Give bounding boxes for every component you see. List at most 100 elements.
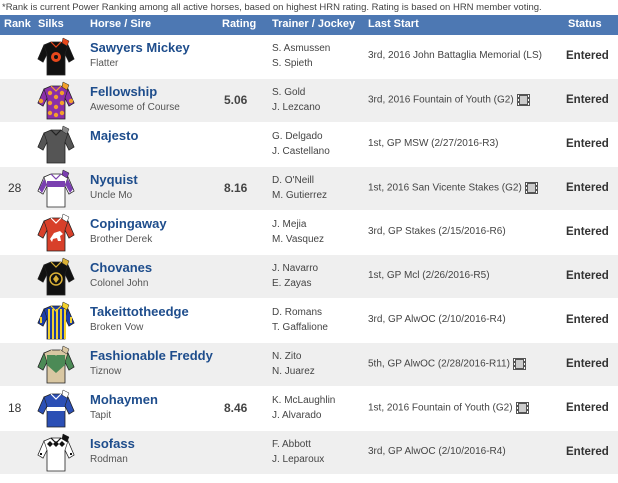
last-start-link[interactable]: 3rd, GP AlwOC (2/10/2016-R4) [368, 314, 506, 325]
horse-name-link[interactable]: Isofass [90, 436, 135, 451]
ranking-footnote: *Rank is current Power Ranking among all… [2, 2, 542, 13]
sire-name: Tapit [90, 410, 112, 421]
header-last-start: Last Start [368, 18, 419, 30]
horse-name-link[interactable]: Chovanes [90, 260, 152, 275]
last-start-cell: 3rd, 2016 Fountain of Youth (G2) [368, 94, 530, 106]
status-value: Entered [566, 50, 609, 62]
horse-name-link[interactable]: Fellowship [90, 84, 157, 99]
last-start-cell: 1st, GP Mcl (2/26/2016-R5) [368, 270, 490, 281]
status-value: Entered [566, 138, 609, 150]
horse-name-link[interactable]: Copingaway [90, 216, 167, 231]
table-row[interactable]: 18 Mohaymen Tapit 8.46 K. McLaughlin J. … [0, 387, 618, 431]
table-row[interactable]: Fashionable Freddy Tiznow N. Zito N. Jua… [0, 343, 618, 387]
jockey-name: J. Leparoux [272, 454, 325, 465]
last-start-link[interactable]: 3rd, GP Stakes (2/15/2016-R6) [368, 226, 506, 237]
trainer-name: J. Mejia [272, 219, 307, 230]
header-rank: Rank [4, 18, 31, 30]
last-start-link[interactable]: 3rd, 2016 John Battaglia Memorial (LS) [368, 50, 542, 61]
table-row[interactable]: Takeittotheedge Broken Vow D. Romans T. … [0, 299, 618, 343]
sire-name: Flatter [90, 58, 119, 69]
sire-name: Tiznow [90, 366, 122, 377]
horse-name-link[interactable]: Mohaymen [90, 392, 158, 407]
table-row[interactable]: Sawyers Mickey Flatter S. Asmussen S. Sp… [0, 35, 618, 79]
trainer-name: N. Zito [272, 351, 302, 362]
last-start-cell: 1st, 2016 Fountain of Youth (G2) [368, 402, 529, 414]
silks-icon [34, 255, 78, 299]
trainer-name: J. Navarro [272, 263, 319, 274]
silks-icon [34, 387, 78, 431]
jockey-name: M. Vasquez [272, 234, 325, 245]
trainer-name: D. Romans [272, 307, 323, 318]
last-start-cell: 3rd, GP AlwOC (2/10/2016-R4) [368, 446, 506, 457]
last-start-link[interactable]: 3rd, 2016 Fountain of Youth (G2) [368, 95, 514, 106]
silks-icon [34, 123, 78, 167]
table-row[interactable]: Copingaway Brother Derek J. Mejia M. Vas… [0, 211, 618, 255]
rank-value: 18 [8, 401, 22, 415]
rating-value: 8.46 [224, 401, 248, 415]
jockey-name: N. Juarez [272, 366, 315, 377]
header-rating: Rating [222, 18, 257, 30]
last-start-cell: 3rd, 2016 John Battaglia Memorial (LS) [368, 50, 542, 61]
status-value: Entered [566, 270, 609, 282]
jockey-name: J. Alvarado [272, 410, 322, 421]
last-start-link[interactable]: 3rd, GP AlwOC (2/10/2016-R4) [368, 446, 506, 457]
horse-name-link[interactable]: Fashionable Freddy [90, 348, 213, 363]
silks-icon [34, 431, 78, 475]
jockey-name: S. Spieth [272, 58, 313, 69]
table-header: Rank Silks Horse / Sire Rating Trainer /… [0, 15, 618, 35]
horse-name-link[interactable]: Takeittotheedge [90, 304, 189, 319]
trainer-name: K. McLaughlin [272, 395, 336, 406]
silks-icon [34, 343, 78, 387]
trainer-name: F. Abbott [272, 439, 311, 450]
video-replay-icon[interactable] [516, 94, 530, 106]
sire-name: Rodman [90, 454, 128, 465]
table-row[interactable]: Majesto G. Delgado J. Castellano 1st, GP… [0, 123, 618, 167]
silks-icon [34, 167, 78, 211]
status-value: Entered [566, 226, 609, 238]
trainer-name: G. Delgado [272, 131, 323, 142]
horse-name-link[interactable]: Nyquist [90, 172, 138, 187]
last-start-link[interactable]: 1st, 2016 San Vicente Stakes (G2) [368, 183, 522, 194]
sire-name: Brother Derek [90, 234, 153, 245]
trainer-name: S. Asmussen [272, 43, 331, 54]
header-horse-sire: Horse / Sire [90, 18, 152, 30]
status-value: Entered [566, 358, 609, 370]
silks-icon [34, 79, 78, 123]
last-start-cell: 3rd, GP Stakes (2/15/2016-R6) [368, 226, 506, 237]
table-row[interactable]: Isofass Rodman F. Abbott J. Leparoux 3rd… [0, 431, 618, 475]
last-start-link[interactable]: 1st, GP Mcl (2/26/2016-R5) [368, 270, 490, 281]
status-value: Entered [566, 94, 609, 106]
header-status: Status [568, 18, 602, 30]
last-start-link[interactable]: 1st, 2016 Fountain of Youth (G2) [368, 403, 513, 414]
jockey-name: J. Castellano [272, 146, 330, 157]
jockey-name: M. Gutierrez [272, 190, 328, 201]
last-start-cell: 3rd, GP AlwOC (2/10/2016-R4) [368, 314, 506, 325]
silks-icon [34, 299, 78, 343]
last-start-cell: 5th, GP AlwOC (2/28/2016-R11) [368, 358, 526, 370]
silks-icon [34, 211, 78, 255]
status-value: Entered [566, 402, 609, 414]
header-trainer-jockey: Trainer / Jockey [272, 18, 356, 30]
sire-name: Uncle Mo [90, 190, 133, 201]
video-replay-icon[interactable] [515, 402, 529, 414]
video-replay-icon[interactable] [524, 182, 538, 194]
status-value: Entered [566, 314, 609, 326]
rating-value: 8.16 [224, 181, 248, 195]
rating-value: 5.06 [224, 93, 248, 107]
sire-name: Broken Vow [90, 322, 144, 333]
last-start-link[interactable]: 5th, GP AlwOC (2/28/2016-R11) [368, 359, 510, 370]
rank-value: 28 [8, 181, 22, 195]
table-row[interactable]: Chovanes Colonel John J. Navarro E. Zaya… [0, 255, 618, 299]
table-row[interactable]: 28 Nyquist Uncle Mo 8.16 D. O'Neill M. G… [0, 167, 618, 211]
sire-name: Colonel John [90, 278, 149, 289]
header-silks: Silks [38, 18, 64, 30]
trainer-name: S. Gold [272, 87, 306, 98]
table-row[interactable]: Fellowship Awesome of Course 5.06 S. Gol… [0, 79, 618, 123]
status-value: Entered [566, 446, 609, 458]
silks-icon [34, 35, 78, 79]
horse-name-link[interactable]: Majesto [90, 128, 138, 143]
video-replay-icon[interactable] [512, 358, 526, 370]
last-start-link[interactable]: 1st, GP MSW (2/27/2016-R3) [368, 138, 498, 149]
horse-name-link[interactable]: Sawyers Mickey [90, 40, 190, 55]
sire-name: Awesome of Course [90, 102, 180, 113]
